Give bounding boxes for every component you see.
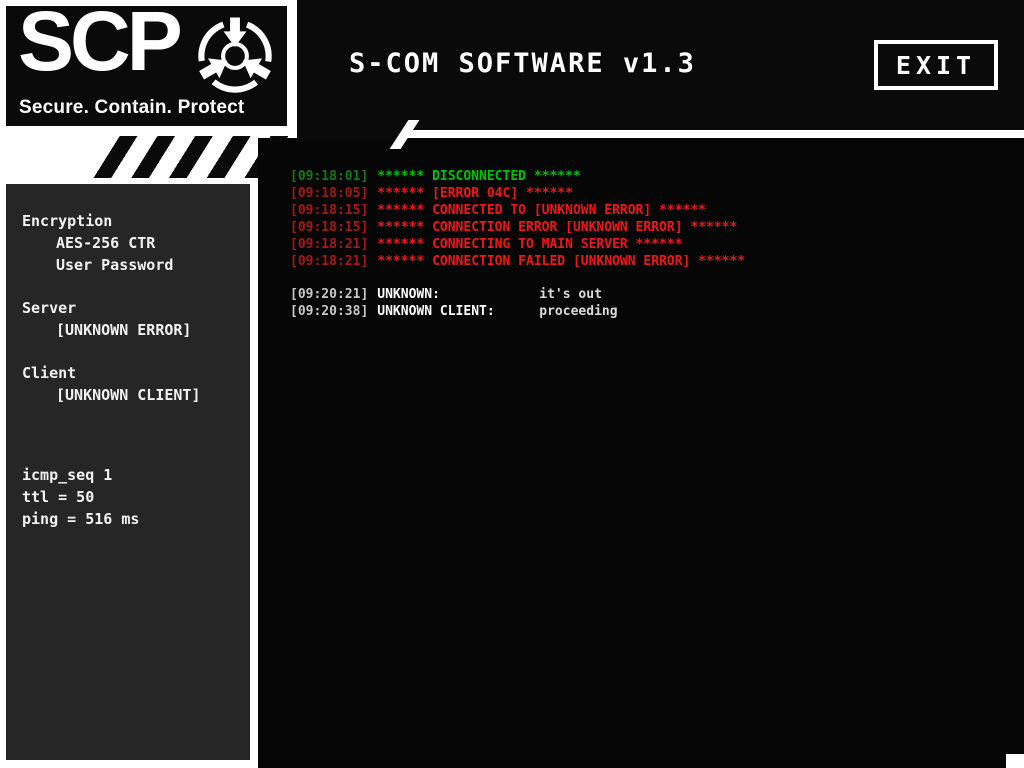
scp-tagline: Secure. Contain. Protect	[19, 97, 245, 118]
log-timestamp: [09:18:01]	[290, 169, 369, 184]
chat-message: it's out	[539, 287, 602, 302]
log-timestamp: [09:18:21]	[290, 254, 369, 269]
connection-stats: icmp_seq 1 ttl = 50 ping = 516 ms	[22, 464, 250, 530]
scp-logo-panel: SCP Secure. Contain. Protect	[6, 6, 287, 126]
chat-log: [09:20:21] UNKNOWN: it's out [09:20:38] UNK…	[290, 286, 1024, 320]
section-line: User Password	[56, 256, 174, 274]
section-heading: Server	[22, 299, 77, 317]
chat-message: proceeding	[539, 304, 618, 319]
sidebar: Encryption AES-256 CTR User Password Ser…	[6, 184, 250, 760]
corner-notch	[1006, 754, 1024, 768]
log-timestamp: [09:18:05]	[290, 186, 369, 201]
chat-sender: UNKNOWN CLIENT:	[377, 304, 495, 319]
chat-timestamp: [09:20:38]	[290, 304, 369, 319]
log-timestamp: [09:18:15]	[290, 203, 369, 218]
log-line: [09:18:05] ****** [ERROR 04C] ******	[290, 185, 1024, 202]
log-message: ****** CONNECTED TO [UNKNOWN ERROR] ****…	[377, 203, 707, 218]
section-line: [UNKNOWN CLIENT]	[56, 386, 201, 404]
section-line: AES-256 CTR	[56, 234, 156, 252]
scp-emblem-icon	[198, 17, 272, 93]
header-bar: S-COM SOFTWARE v1.3 EXIT	[297, 0, 1024, 130]
log-message: ****** [ERROR 04C] ******	[377, 186, 573, 201]
sidebar-section-server: Server [UNKNOWN ERROR]	[22, 297, 250, 341]
chat-timestamp: [09:20:21]	[290, 287, 369, 302]
log-message: ****** CONNECTION ERROR [UNKNOWN ERROR] …	[377, 220, 738, 235]
log-line: [09:18:15] ****** CONNECTED TO [UNKNOWN E…	[290, 202, 1024, 219]
sidebar-section-client: Client [UNKNOWN CLIENT]	[22, 362, 250, 406]
log-timestamp: [09:18:15]	[290, 220, 369, 235]
chat-line: [09:20:38] UNKNOWN CLIENT: proceeding	[290, 303, 1024, 320]
chat-sender: UNKNOWN:	[377, 287, 440, 302]
system-log: [09:18:01] ****** DISCONNECTED ****** [09…	[290, 168, 1024, 270]
log-line: [09:18:01] ****** DISCONNECTED ******	[290, 168, 1024, 185]
sidebar-section-encryption: Encryption AES-256 CTR User Password	[22, 210, 250, 276]
scp-wordmark: SCP	[18, 6, 183, 88]
scom-app-window: SCP Secure. Contain. Protect S-COM SOFTW…	[0, 0, 1024, 768]
section-line: [UNKNOWN ERROR]	[56, 321, 192, 339]
log-message: ****** CONNECTION FAILED [UNKNOWN ERROR]…	[377, 254, 746, 269]
log-timestamp: [09:18:21]	[290, 237, 369, 252]
panel-connector	[297, 128, 403, 140]
log-line: [09:18:21] ****** CONNECTING TO MAIN SERV…	[290, 236, 1024, 253]
stat-ttl: ttl = 50	[22, 488, 95, 506]
exit-button[interactable]: EXIT	[874, 40, 998, 90]
terminal-log: [09:18:01] ****** DISCONNECTED ****** [09…	[258, 138, 1024, 768]
log-line: [09:18:15] ****** CONNECTION ERROR [UNKNO…	[290, 219, 1024, 236]
chat-line: [09:20:21] UNKNOWN: it's out	[290, 286, 1024, 303]
app-title: S-COM SOFTWARE v1.3	[349, 48, 696, 79]
log-message: ****** CONNECTING TO MAIN SERVER ******	[377, 237, 683, 252]
stat-icmp-seq: icmp_seq 1	[22, 466, 113, 484]
section-heading: Encryption	[22, 212, 113, 230]
log-message: ****** DISCONNECTED ******	[377, 169, 581, 184]
stat-ping: ping = 516 ms	[22, 510, 140, 528]
section-heading: Client	[22, 364, 77, 382]
log-line: [09:18:21] ****** CONNECTION FAILED [UNKN…	[290, 253, 1024, 270]
